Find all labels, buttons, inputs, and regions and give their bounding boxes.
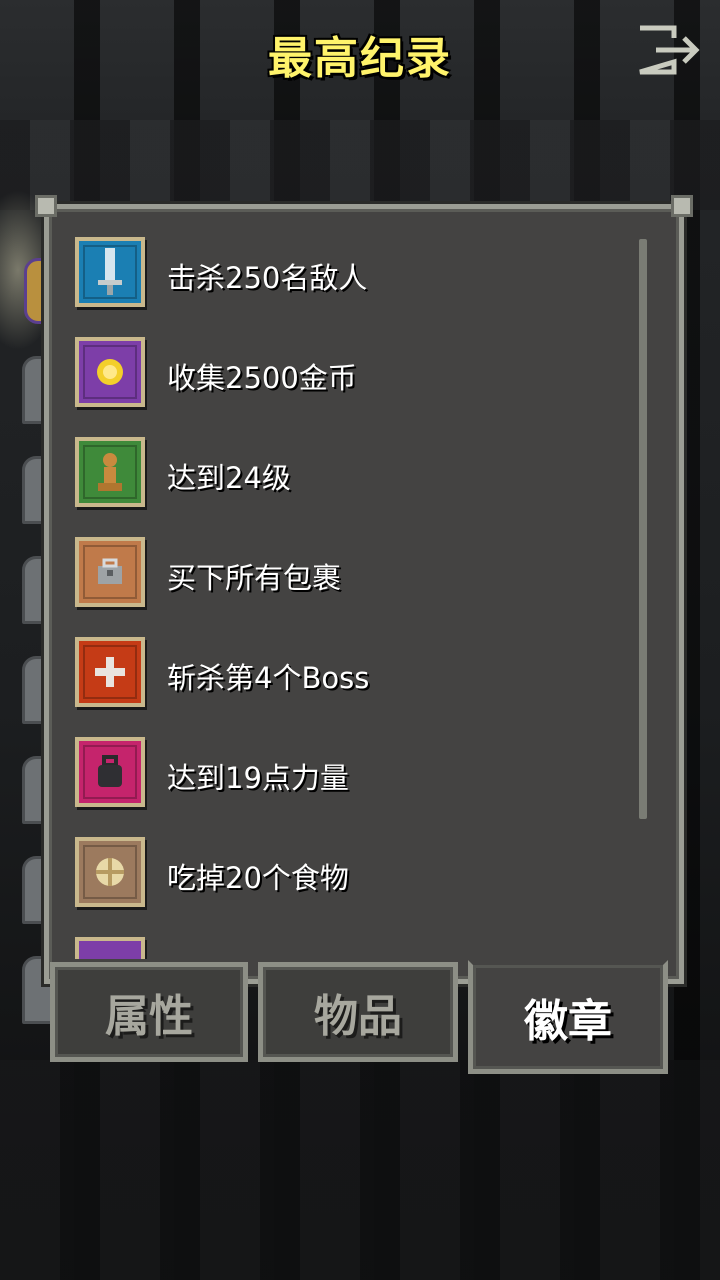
exit-button[interactable] [634,22,706,78]
badge-frame [75,737,145,807]
background-floor [0,1060,720,1280]
badge-item-reach-level[interactable]: 达到24级 [75,437,629,517]
badge-frame [75,437,145,507]
badge-frame [75,837,145,907]
badge-item-kill-boss[interactable]: 斩杀第4个Boss [75,637,629,717]
badge-frame [75,937,145,959]
badge-item-collect-gold[interactable]: 收集2500金币 [75,337,629,417]
badge-label: 斩杀第4个Boss [167,661,370,695]
window-corner [35,195,57,217]
badge-label: 达到24级 [167,461,291,495]
badge-label: 击杀250名敌人 [167,261,368,295]
tab-label: 物品 [314,991,402,1042]
badge-item-kill-enemies[interactable]: 击杀250名敌人 [75,237,629,317]
tab-badges[interactable]: 徽章 [468,960,668,1074]
background-arches [0,120,720,210]
tab-stats[interactable]: 属性 [50,962,248,1062]
badge-list[interactable]: 击杀250名敌人 收集2500金币 达到24级 买下所有包裹 斩杀第4个Boss… [69,231,629,959]
cross-icon [79,641,141,703]
badge-label: 收集2500金币 [167,361,357,395]
bag-icon [79,541,141,603]
badge-label: 吃掉20个食物 [167,861,349,895]
kettlebell-icon [79,741,141,803]
pie-icon [79,841,141,903]
window-corner [671,195,693,217]
badge-item-buy-bags[interactable]: 买下所有包裹 [75,537,629,617]
tab-label: 徽章 [524,996,612,1047]
page-title: 最高纪录 [268,33,452,84]
badge-frame [75,537,145,607]
tab-items[interactable]: 物品 [258,962,458,1062]
badge-frame [75,337,145,407]
badge-frame [75,237,145,307]
badge-label: 达到19点力量 [167,761,349,795]
badge-item-partial[interactable] [75,937,629,959]
badge-label: 买下所有包裹 [167,561,342,595]
sword-icon [79,241,141,303]
pawn-icon [79,441,141,503]
badges-window: 击杀250名敌人 收集2500金币 达到24级 买下所有包裹 斩杀第4个Boss… [35,195,693,984]
tab-label: 属性 [105,991,193,1042]
scrollbar[interactable] [639,239,647,819]
exit-icon [639,25,700,75]
badge-item-eat-food[interactable]: 吃掉20个食物 [75,837,629,917]
badge-item-reach-strength[interactable]: 达到19点力量 [75,737,629,817]
badge-frame [75,637,145,707]
gold-coin-icon [79,341,141,403]
